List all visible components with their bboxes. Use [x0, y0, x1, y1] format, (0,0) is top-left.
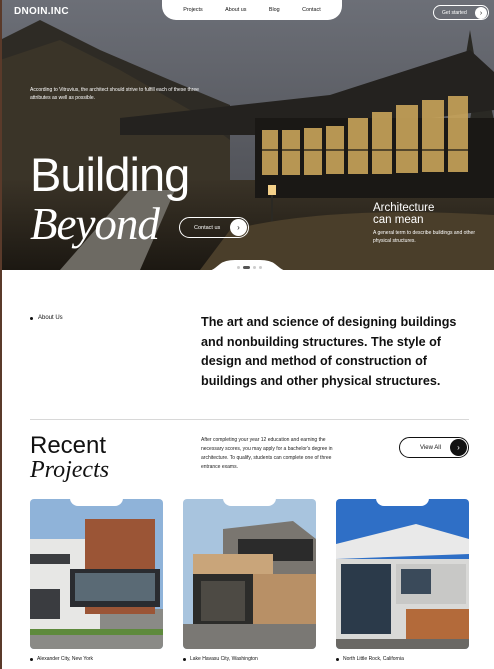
slide-dot[interactable]	[253, 266, 256, 269]
brand-logo[interactable]: DNOIN.INC	[14, 6, 69, 17]
slide-indicator	[237, 266, 262, 269]
view-all-label: View All	[420, 444, 441, 451]
nav-contact[interactable]: Contact	[302, 7, 321, 13]
side-description: A general term to describe buildings and…	[373, 230, 476, 244]
project-image-1	[30, 499, 163, 649]
card-notch	[70, 499, 123, 506]
page: DNOIN.INC Projects About us Blog Contact…	[0, 0, 494, 669]
bullet-icon	[183, 657, 186, 661]
get-started-label: Get started	[442, 9, 467, 16]
page-edge	[0, 0, 2, 669]
bullet-icon	[336, 657, 339, 661]
side-title-line1: Architecture	[373, 202, 435, 214]
hero-intro-text: According to Vitruvius, the architect sh…	[30, 87, 199, 101]
project-location: North Little Rock, California	[343, 656, 404, 662]
card-notch	[376, 499, 429, 506]
contact-us-button[interactable]: Contact us ›	[179, 217, 249, 238]
hero-headline-line2: Beyond	[30, 199, 160, 249]
project-location: Alexander City, New York	[37, 656, 94, 662]
divider	[30, 419, 469, 420]
contact-us-label: Contact us	[194, 224, 221, 231]
slide-dot[interactable]	[259, 266, 262, 269]
project-location: Lake Havasu City, Washington	[190, 656, 258, 662]
project-image-3	[336, 499, 469, 649]
slide-dot[interactable]	[237, 266, 240, 269]
arrow-right-icon: ›	[450, 439, 467, 456]
card-notch	[223, 499, 276, 506]
slide-dot-active[interactable]	[243, 266, 250, 269]
main-nav: Projects About us Blog Contact	[162, 0, 342, 20]
nav-projects[interactable]: Projects	[183, 7, 202, 13]
side-title: Architecture can mean	[373, 202, 434, 226]
bullet-icon	[30, 657, 33, 661]
about-label: About Us	[30, 315, 63, 321]
nav-blog[interactable]: Blog	[269, 7, 280, 13]
hero-section: DNOIN.INC Projects About us Blog Contact…	[0, 0, 494, 270]
project-card-1[interactable]	[30, 499, 163, 649]
project-caption-1: Alexander City, New York	[30, 656, 93, 662]
get-started-button[interactable]: Get started ›	[433, 5, 489, 20]
projects-description: After completing your year 12 education …	[201, 437, 333, 470]
arrow-right-icon: ›	[475, 7, 487, 19]
project-card-2[interactable]	[183, 499, 316, 649]
arrow-right-icon: ›	[230, 219, 247, 236]
projects-title-line2: Projects	[30, 457, 110, 483]
side-title-line2: can mean	[373, 214, 424, 226]
project-card-3[interactable]	[336, 499, 469, 649]
view-all-button[interactable]: View All ›	[399, 437, 469, 458]
project-image-2	[183, 499, 316, 649]
about-label-text: About Us	[38, 315, 63, 321]
project-caption-3: North Little Rock, California	[336, 656, 404, 662]
about-text: The art and science of designing buildin…	[201, 315, 457, 388]
bullet-icon	[30, 316, 33, 320]
nav-about-us[interactable]: About us	[225, 7, 246, 13]
project-caption-2: Lake Havasu City, Washington	[183, 656, 258, 662]
hero-headline-line1: Building	[30, 148, 190, 201]
